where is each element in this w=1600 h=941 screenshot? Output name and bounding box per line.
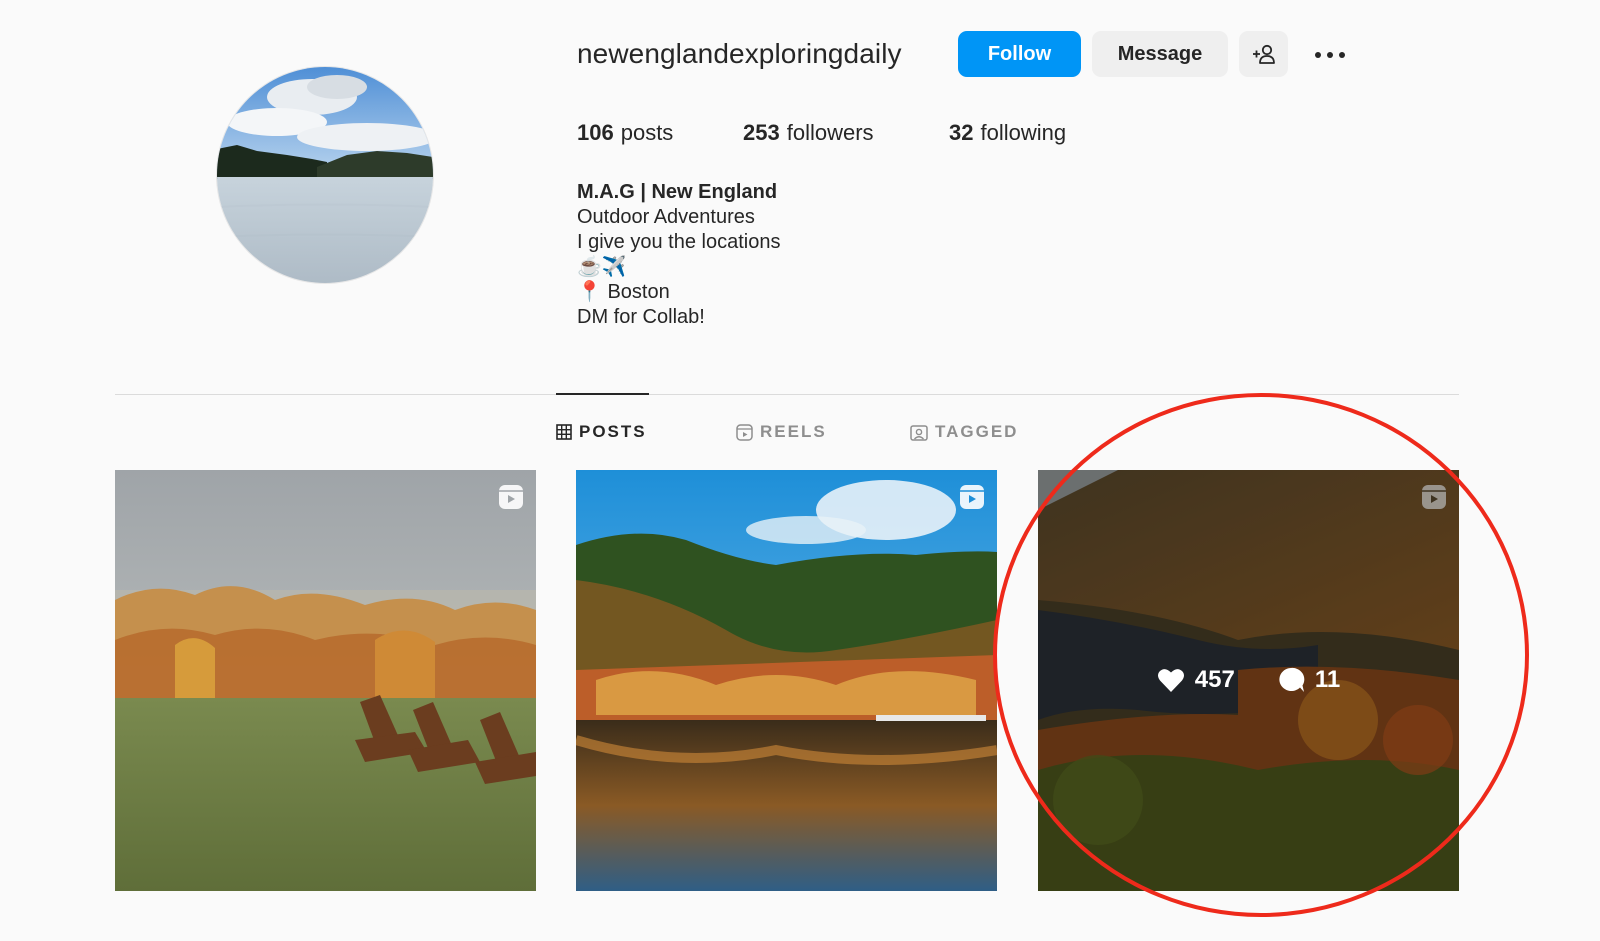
posts-count: 106 posts xyxy=(577,120,673,146)
posts-count-label: posts xyxy=(620,120,674,145)
post-image xyxy=(115,470,536,891)
following-count-value: 32 xyxy=(949,120,974,145)
grid-icon xyxy=(556,424,572,440)
post-thumbnail[interactable] xyxy=(115,470,536,891)
reels-icon xyxy=(736,423,753,441)
likes-count: 457 xyxy=(1194,666,1235,693)
posts-count-value: 106 xyxy=(577,120,614,145)
message-button[interactable]: Message xyxy=(1092,31,1228,77)
profile-page: newenglandexploringdaily Follow Message … xyxy=(0,0,1600,941)
tab-reels-label: REELS xyxy=(760,422,827,441)
comment-icon xyxy=(1279,667,1305,692)
comments-count: 11 xyxy=(1314,666,1341,693)
bio: M.A.G | New England Outdoor Adventures I… xyxy=(577,180,780,330)
add-user-icon xyxy=(1252,44,1275,64)
post-stats-overlay: 457 11 xyxy=(1038,666,1459,694)
likes-stat: 457 xyxy=(1157,666,1235,694)
follow-button[interactable]: Follow xyxy=(958,31,1081,77)
bio-line: Outdoor Adventures xyxy=(577,206,755,228)
tab-posts[interactable]: POSTS xyxy=(556,422,647,442)
avatar-image xyxy=(217,67,433,283)
post-thumbnail-hovered[interactable]: 457 11 xyxy=(1038,470,1459,891)
heart-icon xyxy=(1157,669,1184,692)
bio-line: I give you the locations xyxy=(577,231,781,253)
following-count[interactable]: 32 following xyxy=(949,120,1066,146)
more-options-icon[interactable] xyxy=(1310,40,1350,70)
username: newenglandexploringdaily xyxy=(577,38,902,69)
bio-location: 📍 Boston xyxy=(577,280,780,305)
following-count-label: following xyxy=(980,120,1067,145)
post-thumbnail[interactable] xyxy=(576,470,997,891)
bio-line: DM for Collab! xyxy=(577,306,705,328)
avatar[interactable] xyxy=(217,67,433,283)
comments-stat: 11 xyxy=(1277,666,1340,694)
tab-tagged-label: TAGGED xyxy=(935,422,1019,441)
active-tab-indicator xyxy=(556,393,649,395)
reel-badge-icon xyxy=(960,485,984,509)
suggest-user-button[interactable] xyxy=(1239,31,1288,77)
bio-name: M.A.G | New England xyxy=(577,181,778,203)
tab-reels[interactable]: REELS xyxy=(736,422,827,442)
tabs-divider xyxy=(115,394,1459,395)
reel-badge-icon xyxy=(499,485,523,509)
post-image xyxy=(576,470,997,891)
pin-icon: 📍 xyxy=(577,281,602,303)
tab-tagged[interactable]: TAGGED xyxy=(910,422,1018,442)
followers-count[interactable]: 253 followers xyxy=(743,120,874,146)
followers-count-label: followers xyxy=(786,120,874,145)
followers-count-value: 253 xyxy=(743,120,780,145)
tab-posts-label: POSTS xyxy=(579,422,647,441)
bio-location-text: Boston xyxy=(607,281,670,303)
bio-emojis: ☕️✈️ xyxy=(577,256,627,278)
tagged-icon xyxy=(910,424,928,441)
